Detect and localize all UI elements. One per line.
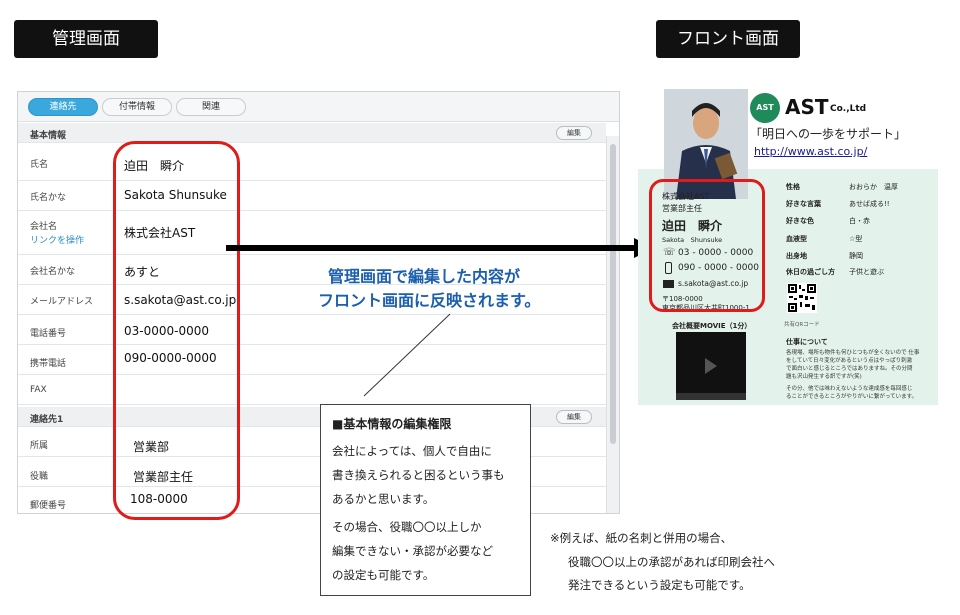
profile-key: 好きな言葉 xyxy=(786,200,821,208)
field-row-name-kana: 氏名かな Sakota Shunsuke xyxy=(18,181,606,211)
callout-line: の設定も可能です。 xyxy=(332,568,435,582)
field-label: 会社名 xyxy=(30,222,58,232)
note-line-3: 発注できるという設定も可能です。 xyxy=(568,578,751,592)
tab-contact[interactable]: 連絡先 xyxy=(28,98,98,116)
front-highlight-outline xyxy=(649,179,765,312)
admin-highlight-outline xyxy=(113,141,240,520)
profile-value: おおらか 温厚 xyxy=(849,183,898,191)
field-label: 会社名かな xyxy=(30,267,76,277)
work-line: で面白いと感じるところではありますね。その分問 xyxy=(786,366,913,372)
movie-label: 会社概要MOVIE（1分） xyxy=(672,322,752,330)
scrollbar[interactable] xyxy=(606,136,619,513)
field-label: 所属 xyxy=(30,441,49,451)
front-card: AST AST Co.,Ltd 「明日への一歩をサポート」 http://www… xyxy=(638,87,938,405)
work-line: をしていて日々変化があるという点はやっぱり刺激 xyxy=(786,358,913,364)
section-basic-info: 基本情報 編集 xyxy=(18,123,606,143)
note-line-2: 役職〇〇以上の承認があれば印刷会社へ xyxy=(568,555,775,569)
field-label: 氏名 xyxy=(30,160,49,170)
profile-value: 静岡 xyxy=(849,252,863,260)
work-line: 各現場、場所も物件も何ひとつもが全くないので 仕事 xyxy=(786,350,920,356)
callout-line: あるかと思います。 xyxy=(332,492,435,506)
callout-heading: ■基本情報の編集権限 xyxy=(332,417,452,431)
callout-paragraph-2: その場合、役職〇〇以上しか 編集できない・承認が必要など の設定も可能です。 xyxy=(332,515,528,587)
field-row-fax: FAX xyxy=(18,375,606,405)
edit-contact-button[interactable]: 編集 xyxy=(556,410,592,424)
field-row-phone: 電話番号 03-0000-0000 xyxy=(18,315,606,345)
work-title: 仕事について xyxy=(786,338,828,346)
field-label: 郵便番号 xyxy=(30,501,67,511)
tab-extra-info[interactable]: 付帯情報 xyxy=(102,98,172,116)
field-label: 役職 xyxy=(30,472,49,482)
message-line-1: 管理画面で編集した内容が xyxy=(328,267,521,286)
field-row-name: 氏名 迫田 瞬介 xyxy=(18,143,606,181)
callout-line: その場合、役職〇〇以上しか xyxy=(332,520,482,534)
logo-text: AST xyxy=(785,95,829,119)
admin-screen-header: 管理画面 xyxy=(14,20,158,58)
callout-line: 会社によっては、個人で自由に xyxy=(332,444,492,458)
scrollbar-thumb[interactable] xyxy=(610,144,616,444)
link-operation[interactable]: リンクを操作 xyxy=(30,233,84,246)
callout-pointer-line xyxy=(363,313,451,397)
field-label: 氏名かな xyxy=(30,193,67,203)
arrow-right-icon xyxy=(226,238,654,258)
tagline: 「明日への一歩をサポート」 xyxy=(750,127,907,141)
field-label: 電話番号 xyxy=(30,329,67,339)
profile-key: 休日の過ごし方 xyxy=(786,268,835,276)
logo-suffix: Co.,Ltd xyxy=(830,104,867,114)
play-icon[interactable] xyxy=(705,358,717,374)
profile-value: ☆型 xyxy=(849,235,863,243)
section-title: 連絡先1 xyxy=(30,415,64,425)
qr-code-icon[interactable] xyxy=(787,283,817,313)
logo-badge: AST xyxy=(750,93,780,123)
qr-code-graphic xyxy=(787,283,817,313)
front-screen-header: フロント画面 xyxy=(656,20,800,58)
profile-key: 性格 xyxy=(786,183,800,191)
profile-value: 白・赤 xyxy=(849,217,870,225)
tab-related[interactable]: 関連 xyxy=(176,98,246,116)
profile-value: 子供と遊ぶ xyxy=(849,268,884,276)
note-line-1: ※例えば、紙の名刺と併用の場合、 xyxy=(550,531,733,545)
field-label: メールアドレス xyxy=(30,297,94,307)
tab-bar: 連絡先 付帯情報 関連 xyxy=(18,92,619,122)
message-line-2: フロント画面に反映されます。 xyxy=(318,291,541,310)
work-line: ることができるところがやりがいに繋がっています。 xyxy=(786,394,918,400)
work-line: 題も沢山発生する訳ですが(笑) xyxy=(786,374,862,380)
edit-basic-button[interactable]: 編集 xyxy=(556,126,592,140)
callout-paragraph-1: 会社によっては、個人で自由に 書き換えられると困るという事も あるかと思います。 xyxy=(332,439,528,511)
callout-line: 編集できない・承認が必要など xyxy=(332,544,493,558)
section-title: 基本情報 xyxy=(30,131,67,141)
callout-line: 書き換えられると困るという事も xyxy=(332,468,505,482)
movie-player[interactable] xyxy=(676,332,746,400)
field-row-mobile: 携帯電話 090-0000-0000 xyxy=(18,345,606,375)
movie-controls[interactable] xyxy=(676,393,746,400)
work-line: その分、他では味わえないような達成感を毎回感じ xyxy=(786,386,913,392)
profile-value: あせば成る!! xyxy=(849,200,890,208)
profile-key: 好きな色 xyxy=(786,217,814,225)
field-label: FAX xyxy=(30,385,47,395)
callout-box: ■基本情報の編集権限 会社によっては、個人で自由に 書き換えられると困るという事… xyxy=(320,404,531,596)
profile-key: 血液型 xyxy=(786,235,807,243)
profile-key: 出身地 xyxy=(786,252,807,260)
qr-caption: 共有QRコード xyxy=(784,322,820,328)
company-url-link[interactable]: http://www.ast.co.jp/ xyxy=(754,145,867,158)
field-label: 携帯電話 xyxy=(30,359,67,369)
